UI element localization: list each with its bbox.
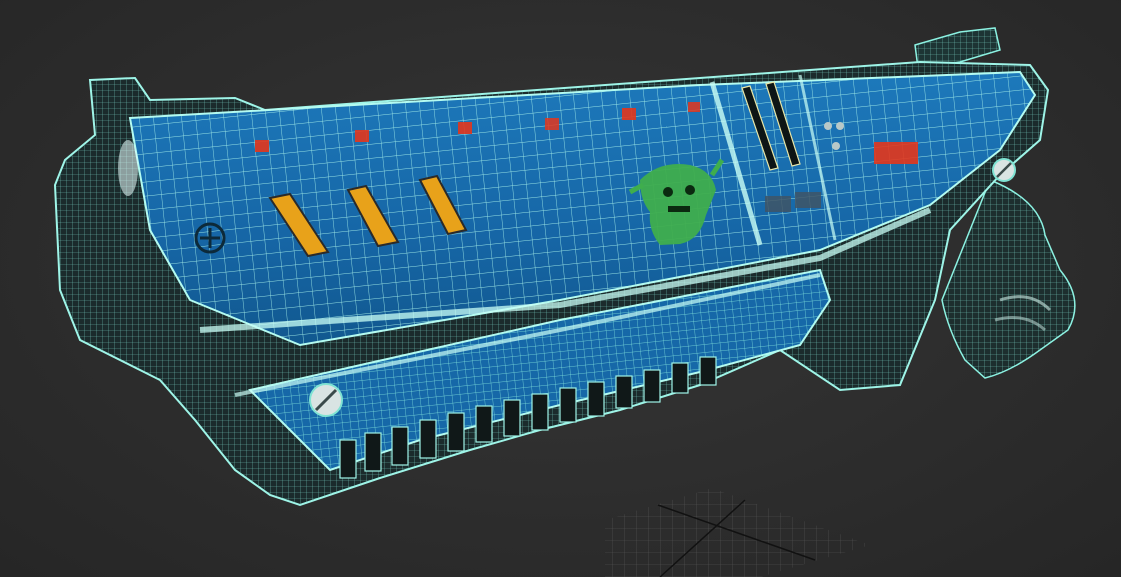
floor-grid (605, 488, 870, 577)
emblem-icon (194, 222, 226, 254)
front-screw-icon (309, 383, 343, 417)
muzzle-highlight (118, 140, 138, 196)
rear-screw-icon (992, 158, 1016, 182)
viewport-canvas[interactable] (0, 0, 1121, 577)
3d-viewport[interactable] (0, 0, 1121, 577)
